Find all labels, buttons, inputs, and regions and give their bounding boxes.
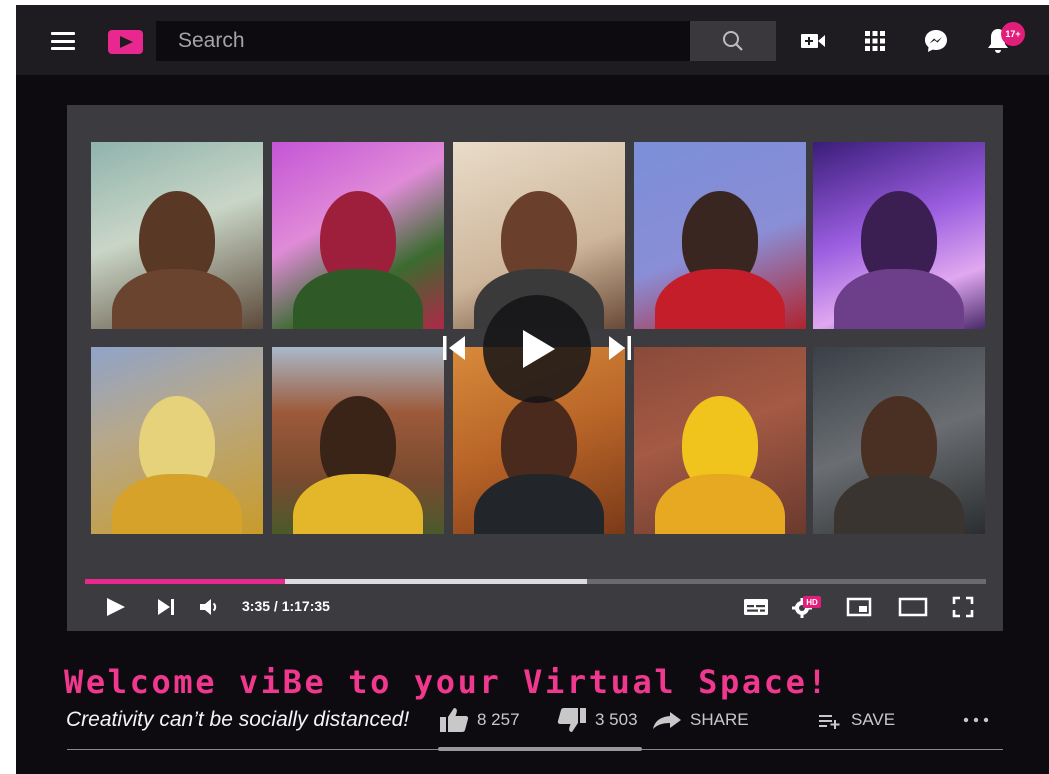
- subtitles-icon: [744, 599, 768, 615]
- collage-photo: [813, 142, 985, 329]
- theater-mode-icon: [898, 597, 928, 617]
- video-title: Welcome viBe to your Virtual Space!: [64, 663, 830, 701]
- play-icon: [523, 330, 555, 368]
- dislike-button[interactable]: 3 503: [557, 705, 638, 735]
- like-button[interactable]: 8 257: [439, 705, 520, 735]
- subtitles-button[interactable]: [742, 595, 770, 619]
- next-icon[interactable]: [605, 333, 633, 363]
- search-button[interactable]: [690, 21, 776, 61]
- center-play-button[interactable]: [483, 295, 591, 403]
- top-bar: 17+: [16, 5, 1049, 75]
- next-icon: [158, 599, 174, 615]
- play-icon: [107, 598, 125, 616]
- miniplayer-icon: [846, 597, 872, 617]
- collage-photo: [91, 142, 263, 329]
- search-icon: [723, 31, 743, 51]
- volume-icon: [200, 599, 217, 615]
- save-playlist-icon: [819, 715, 840, 729]
- progress-bar[interactable]: [85, 579, 986, 584]
- dislike-count: 3 503: [595, 710, 638, 729]
- thumbs-down-icon: [557, 708, 586, 732]
- create-video-icon[interactable]: [798, 27, 828, 55]
- video-player[interactable]: 3:35 / 1:17:35 HD: [67, 105, 1003, 631]
- fullscreen-icon: [952, 596, 974, 618]
- save-label: SAVE: [851, 710, 896, 729]
- time-display: 3:35 / 1:17:35: [242, 598, 330, 614]
- theater-mode-button[interactable]: [897, 595, 929, 619]
- notification-count-badge: 17+: [1001, 22, 1025, 46]
- share-label: SHARE: [690, 710, 749, 729]
- collage-photo: [813, 347, 985, 534]
- play-button[interactable]: [103, 595, 127, 619]
- thumbs-up-icon: [440, 708, 469, 732]
- apps-grid-icon[interactable]: [860, 27, 890, 55]
- progress-played: [85, 579, 286, 584]
- next-button[interactable]: [155, 595, 177, 619]
- collage-photo: [91, 347, 263, 534]
- scrollbar-thumb[interactable]: [438, 747, 642, 751]
- share-button[interactable]: SHARE: [652, 705, 749, 735]
- play-logo-icon[interactable]: [108, 30, 143, 54]
- volume-button[interactable]: [197, 595, 221, 619]
- save-button[interactable]: SAVE: [817, 705, 895, 735]
- fullscreen-button[interactable]: [951, 595, 975, 619]
- collage-photo: [272, 142, 444, 329]
- search-input[interactable]: [156, 21, 690, 61]
- collage-photo: [634, 347, 806, 534]
- collage-photo: [272, 347, 444, 534]
- hd-badge: HD: [803, 596, 821, 608]
- more-options-icon[interactable]: [962, 705, 990, 735]
- hamburger-menu-icon[interactable]: [51, 32, 75, 50]
- collage-photo: [634, 142, 806, 329]
- messenger-icon[interactable]: [921, 27, 951, 55]
- previous-icon[interactable]: [441, 333, 469, 363]
- video-subtitle: Creativity can’t be socially distanced!: [66, 708, 410, 731]
- like-count: 8 257: [477, 710, 520, 729]
- share-icon: [653, 712, 681, 729]
- miniplayer-button[interactable]: [845, 595, 873, 619]
- app-window: 17+: [16, 5, 1049, 774]
